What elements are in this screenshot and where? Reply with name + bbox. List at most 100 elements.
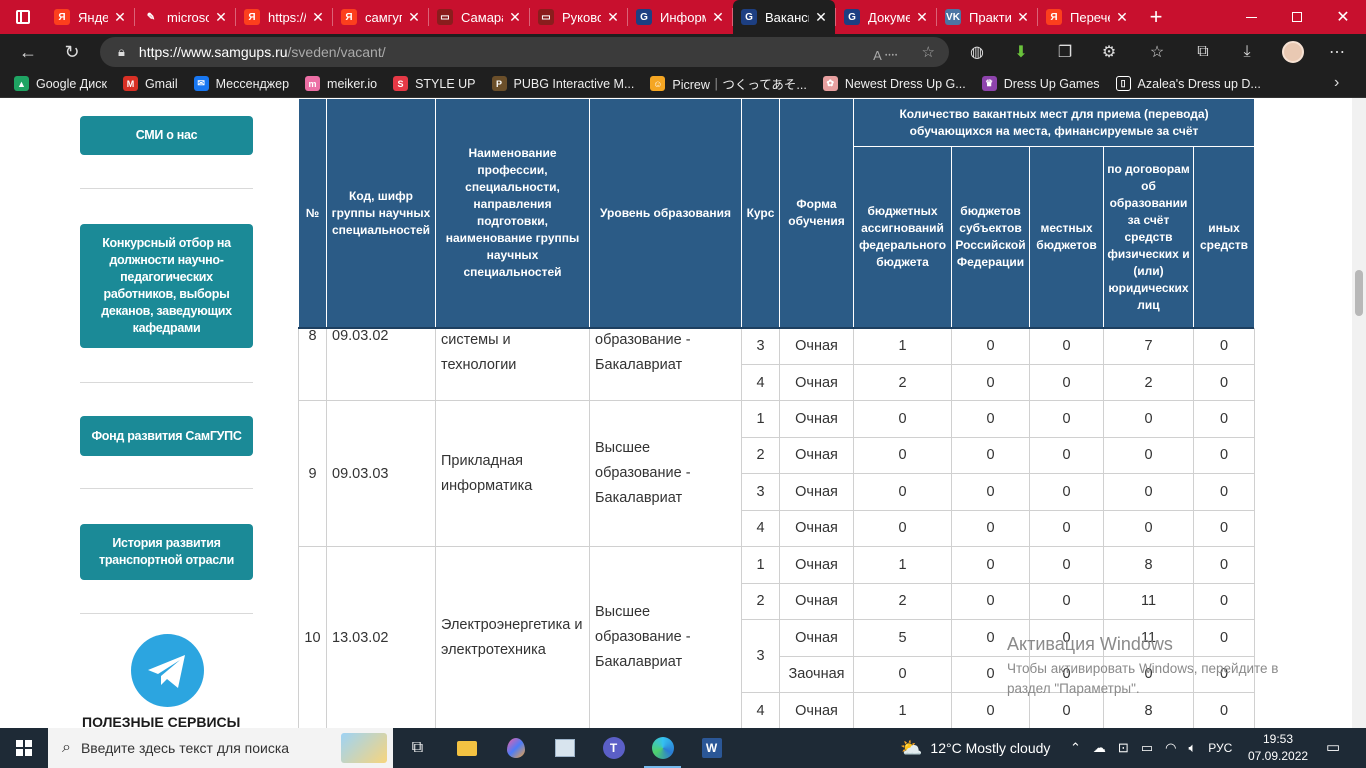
menu-icon[interactable]: ⋯ bbox=[1320, 36, 1354, 68]
wifi-icon[interactable]: ◠ bbox=[1165, 740, 1176, 756]
minimize-button[interactable] bbox=[1228, 0, 1274, 34]
taskbar-app-icon[interactable]: ⊡ bbox=[1118, 740, 1129, 756]
close-tab-icon[interactable]: ✕ bbox=[605, 9, 621, 26]
url-host: https://www.samgups.ru bbox=[138, 44, 288, 60]
col-header-other: иных средств bbox=[1192, 146, 1256, 328]
sidebar-item-media[interactable]: СМИ о нас bbox=[80, 116, 253, 155]
profile-avatar[interactable] bbox=[1276, 36, 1310, 68]
tab-title: microsoft bbox=[167, 9, 209, 25]
new-tab-button[interactable]: + bbox=[1136, 0, 1176, 34]
bookmark-item[interactable]: ▯ Azalea's Dress up D... bbox=[1115, 76, 1261, 91]
onedrive-icon[interactable]: ☁ bbox=[1093, 740, 1106, 756]
tab-favicon: G bbox=[844, 9, 860, 25]
tab-actions-button[interactable] bbox=[0, 0, 46, 34]
tab-title: https:// bbox=[268, 9, 306, 25]
tab[interactable]: G Вакансии✕ bbox=[733, 0, 835, 34]
tab[interactable]: ▭ Руководство✕ bbox=[530, 0, 627, 34]
sidebar-item-history[interactable]: История развития транспортной отрасли bbox=[80, 524, 253, 580]
tab[interactable]: G Информация✕ bbox=[628, 0, 732, 34]
sidebar-item-contest[interactable]: Конкурсный отбор на должности научно-пед… bbox=[80, 224, 253, 348]
url-field[interactable]: 🔒︎ https://www.samgups.ru/sveden/vacant/… bbox=[100, 37, 949, 67]
tab[interactable]: VK Практика✕ bbox=[937, 0, 1037, 34]
row-value: 8 bbox=[1103, 546, 1194, 584]
paint-3d-app[interactable] bbox=[491, 728, 540, 768]
word-app[interactable]: W bbox=[687, 728, 736, 768]
row-form: Очная bbox=[779, 364, 854, 401]
clock[interactable]: 19:53 07.09.2022 bbox=[1248, 731, 1308, 765]
bookmark-item[interactable]: P PUBG Interactive M... bbox=[491, 76, 634, 91]
teams-app[interactable]: T bbox=[589, 728, 638, 768]
bookmark-label: Dress Up Games bbox=[1003, 76, 1100, 91]
close-window-button[interactable]: ✕ bbox=[1320, 0, 1366, 34]
tab[interactable]: Ясамгупс✕ bbox=[333, 0, 428, 34]
weather-widget[interactable]: ⛅ 12°C Mostly cloudy bbox=[900, 728, 1050, 768]
bookmark-item[interactable]: M Gmail bbox=[122, 76, 178, 91]
close-tab-icon[interactable]: ✕ bbox=[310, 9, 326, 26]
row-value: 0 bbox=[951, 364, 1030, 401]
downloads-icon[interactable]: ⤓ bbox=[1230, 36, 1264, 68]
bookmark-item[interactable]: ☺ Picrew｜つくってあそ... bbox=[650, 74, 807, 93]
sidebar-item-fund[interactable]: Фонд развития СамГУПС bbox=[80, 416, 253, 456]
close-tab-icon[interactable]: ✕ bbox=[1114, 9, 1130, 26]
close-tab-icon[interactable]: ✕ bbox=[406, 9, 422, 26]
extensions-icon[interactable]: ⚙ bbox=[1092, 36, 1126, 68]
row-form: Очная bbox=[779, 436, 854, 474]
telegram-icon[interactable] bbox=[131, 634, 204, 707]
file-explorer-app[interactable] bbox=[442, 728, 491, 768]
photos-app[interactable] bbox=[540, 728, 589, 768]
volume-icon[interactable]: 🔈︎ bbox=[1188, 740, 1196, 756]
close-tab-icon[interactable]: ✕ bbox=[112, 9, 128, 26]
favorites-icon[interactable]: ☆ bbox=[1140, 36, 1174, 68]
row-value: 0 bbox=[1193, 582, 1255, 620]
notifications-button[interactable]: ▭ bbox=[1326, 738, 1340, 756]
row-value: 0 bbox=[853, 655, 952, 693]
bookmark-item[interactable]: S STYLE UP bbox=[393, 76, 476, 91]
row-course: 3 bbox=[741, 327, 780, 365]
tab[interactable]: Я Перечень✕ bbox=[1038, 0, 1136, 34]
bookmark-item[interactable]: ✿ Newest Dress Up G... bbox=[822, 76, 966, 91]
tab-favicon: Я bbox=[341, 9, 357, 25]
row-course: 4 bbox=[741, 509, 780, 547]
bookmark-item[interactable]: m meiker.io bbox=[305, 76, 377, 91]
refresh-icon: ↻ bbox=[64, 41, 80, 62]
taskbar-search-box[interactable]: ⌕ Введите здесь текст для поиска bbox=[48, 728, 393, 768]
close-tab-icon[interactable]: ✕ bbox=[1015, 9, 1031, 26]
read-aloud-icon[interactable]: A᠁ bbox=[873, 41, 897, 64]
tab[interactable]: ▭ Самара✕ bbox=[429, 0, 529, 34]
bookmarks-more-icon[interactable]: › bbox=[1334, 74, 1339, 92]
language-indicator[interactable]: РУС bbox=[1208, 741, 1232, 755]
tab[interactable]: G Документы✕ bbox=[836, 0, 936, 34]
edge-app[interactable] bbox=[638, 728, 687, 768]
restore-button[interactable] bbox=[1274, 0, 1320, 34]
chevron-up-icon[interactable]: ⌃ bbox=[1070, 740, 1081, 756]
close-tab-icon[interactable]: ✕ bbox=[813, 9, 829, 26]
tab[interactable]: Яhttps://✕ bbox=[236, 0, 332, 34]
row-course: 1 bbox=[741, 400, 780, 438]
close-tab-icon[interactable]: ✕ bbox=[710, 9, 726, 26]
close-tab-icon[interactable]: ✕ bbox=[213, 9, 229, 26]
page-scrollbar[interactable] bbox=[1352, 98, 1366, 728]
scrollbar-thumb[interactable] bbox=[1355, 270, 1363, 316]
bookmark-label: Gmail bbox=[144, 76, 178, 91]
close-tab-icon[interactable]: ✕ bbox=[507, 9, 523, 26]
download-extension-icon[interactable]: ⬇ bbox=[1004, 36, 1038, 68]
collections-extension-icon[interactable]: ❐ bbox=[1048, 36, 1082, 68]
refresh-button[interactable]: ↻ bbox=[54, 36, 90, 68]
bookmark-item[interactable]: ♛ Dress Up Games bbox=[981, 76, 1100, 91]
row-value: 0 bbox=[1103, 436, 1194, 474]
meet-icon[interactable]: ▭ bbox=[1141, 740, 1153, 756]
tab-title: Документы bbox=[868, 9, 910, 25]
bookmark-item[interactable]: ✉ Мессенджер bbox=[193, 76, 289, 91]
add-favorite-icon[interactable]: ☆ bbox=[922, 43, 935, 61]
tab[interactable]: Я Яндекс✕ bbox=[46, 0, 134, 34]
bookmark-item[interactable]: ▲ Google Диск bbox=[14, 76, 107, 91]
close-tab-icon[interactable]: ✕ bbox=[914, 9, 930, 26]
start-button[interactable] bbox=[0, 728, 48, 768]
globe-extension-icon[interactable]: ◍ bbox=[960, 36, 994, 68]
tab[interactable]: ✎ microsoft✕ bbox=[135, 0, 235, 34]
task-view-button[interactable]: ⧉ bbox=[393, 728, 442, 768]
back-button[interactable]: ← bbox=[10, 36, 46, 68]
collections-icon[interactable]: ⧉ bbox=[1186, 36, 1220, 68]
row-form: Очная bbox=[779, 473, 854, 511]
row-value: 0 bbox=[1103, 509, 1194, 547]
